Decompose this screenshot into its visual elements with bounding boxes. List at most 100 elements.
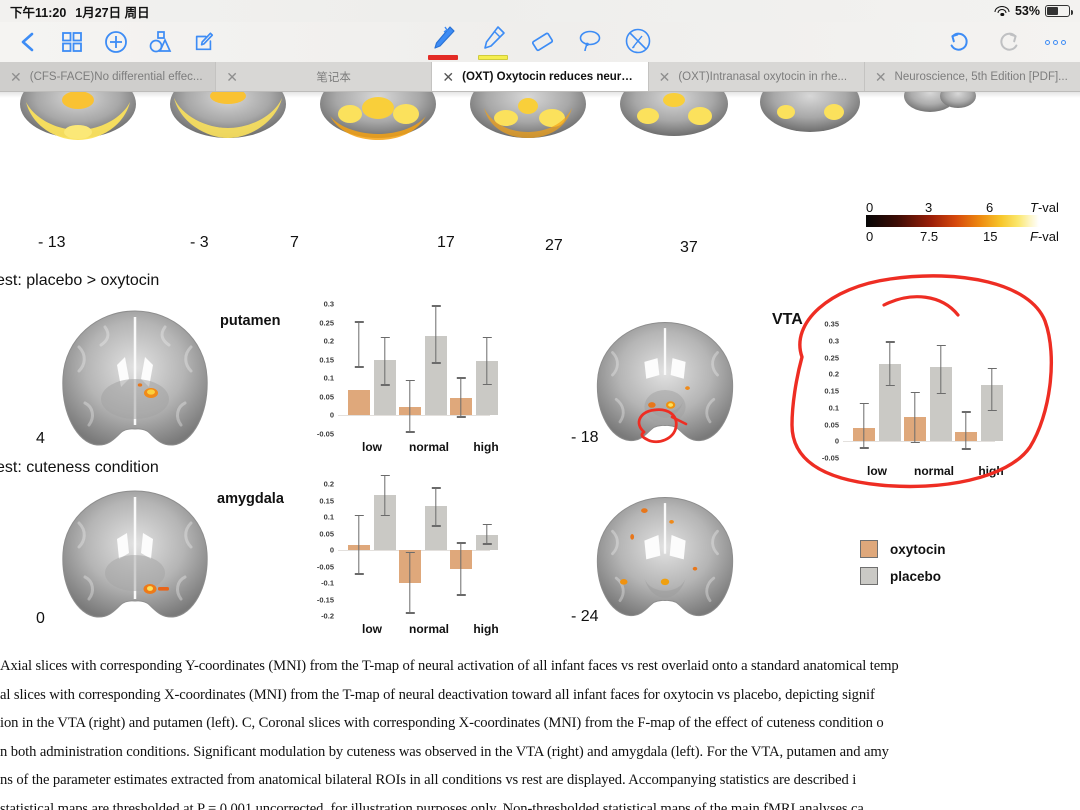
caption-line-5: statistical maps are thresholded at P = …	[0, 800, 864, 810]
ytick-label: 0.15	[824, 386, 839, 396]
tab-1[interactable]: ✕ 笔记本	[216, 62, 433, 91]
pen-icon[interactable]	[428, 25, 458, 60]
t-tick-0: 0	[866, 200, 874, 215]
ytick-label: 0.15	[319, 496, 334, 505]
ytick-label: 0.15	[319, 355, 334, 365]
pen-color-swatch[interactable]	[428, 54, 458, 60]
grid-view-icon[interactable]	[58, 28, 86, 56]
tab-2-active[interactable]: ✕ (OXT) Oxytocin reduces neural...	[432, 62, 649, 91]
f-tick-1: 7.5	[920, 229, 939, 244]
coronal-slice-putamen	[62, 310, 208, 446]
tab-0[interactable]: ✕ (CFS-FACE)No differential effec...	[0, 62, 217, 91]
xtick-label-high: high	[473, 622, 499, 636]
tab-4[interactable]: ✕ Neuroscience, 5th Edition [PDF]...	[864, 62, 1080, 91]
ytick-label: 0.1	[323, 512, 334, 522]
error-bar	[885, 341, 895, 386]
chart-amygdala: 0.2 0.15 0.1 0.05 0 -0.05 -0.1 -0.15 -0.…	[317, 474, 499, 636]
add-circle-icon[interactable]	[102, 28, 130, 56]
chart-legend: oxytocin placebo	[860, 540, 946, 594]
xtick-label-normal: normal	[408, 440, 450, 454]
highlighter-color-swatch[interactable]	[478, 54, 508, 60]
bar-placebo-low	[879, 324, 901, 458]
error-bar	[859, 403, 869, 449]
tab-label: 笔记本	[316, 71, 351, 84]
colorbar-f-unit: F-val	[1030, 229, 1059, 244]
axial-slice-row	[20, 92, 976, 140]
colorbar-block: 0 3 6 T-val 0 7.5 15 F-val	[850, 200, 1080, 244]
error-bar	[431, 305, 441, 364]
ytick-label: 0.25	[824, 353, 839, 362]
bar-placebo-high	[476, 304, 498, 434]
coronal-label-lower-right: - 24	[571, 608, 599, 625]
eraser-icon[interactable]	[528, 27, 556, 55]
pdf-page[interactable]: - 13 - 3 7 17 27 37 0 3 6 T-val 0 7.5 15…	[0, 92, 1080, 810]
colorbar-t-ticks: 0 3 6 T-val	[850, 200, 1080, 215]
highlighter-icon[interactable]	[478, 25, 508, 60]
bar-oxytocin-low	[348, 304, 370, 434]
section-header-placebo-oxytocin: est: placebo > oxytocin	[0, 272, 160, 289]
legend-label: placebo	[890, 568, 942, 584]
xtick-label-high: high	[978, 464, 1004, 478]
xtick-label-low: low	[362, 622, 382, 636]
caption-line-3: n both administration conditions. Signif…	[0, 743, 889, 760]
chart-putamen: 0.3 0.25 0.2 0.15 0.1 0.05 0 -0.05 low n…	[317, 300, 499, 455]
no-draw-icon[interactable]	[624, 27, 652, 55]
legend-item-placebo: placebo	[860, 567, 946, 585]
error-bar	[456, 377, 466, 418]
axial-label-3: 17	[437, 234, 455, 251]
ytick-label: 0.2	[323, 336, 334, 346]
ytick-label: -0.05	[316, 562, 334, 571]
ytick-label: 0.25	[319, 318, 334, 328]
ytick-label: 0.1	[828, 403, 839, 413]
t-tick-2: 6	[986, 200, 994, 215]
bar-oxytocin-normal	[399, 304, 421, 434]
ytick-label: 0.2	[323, 479, 334, 489]
error-bar	[354, 514, 364, 575]
legend-item-oxytocin: oxytocin	[860, 540, 946, 558]
bar-placebo-high	[981, 324, 1003, 458]
back-chevron-icon[interactable]	[14, 28, 42, 56]
close-icon[interactable]: ✕	[659, 70, 671, 84]
status-time: 下午11:20	[10, 5, 67, 20]
error-bar	[405, 379, 415, 433]
f-tick-2: 15	[983, 229, 998, 244]
ytick-label: 0	[329, 410, 334, 420]
xtick-label-low: low	[867, 464, 887, 478]
compose-icon[interactable]	[190, 28, 218, 56]
bar-oxytocin-normal	[904, 324, 926, 458]
coronal-slice-amygdala	[62, 490, 208, 618]
tab-label: Neuroscience, 5th Edition [PDF]...	[894, 70, 1068, 83]
coronal-label-putamen: 4	[36, 430, 45, 447]
error-bar	[936, 344, 946, 395]
bar-placebo-low	[374, 474, 396, 616]
close-icon[interactable]: ✕	[226, 70, 238, 84]
ytick-label: -0.05	[821, 453, 839, 463]
caption-line-0: Axial slices with corresponding Y-coordi…	[0, 658, 899, 674]
axial-label-5: 37	[680, 239, 698, 256]
ytick-label: 0.05	[319, 529, 334, 538]
colorbar-gradient	[866, 215, 1039, 227]
xtick-label-low: low	[362, 440, 382, 454]
more-options-icon[interactable]	[1045, 39, 1066, 45]
section-header-cuteness: est: cuteness condition	[0, 459, 159, 476]
close-icon[interactable]: ✕	[875, 70, 887, 84]
close-icon[interactable]: ✕	[442, 70, 454, 84]
xtick-label-normal: normal	[408, 622, 450, 636]
ytick-label: -0.05	[316, 429, 334, 439]
close-icon[interactable]: ✕	[10, 70, 22, 84]
lasso-icon[interactable]	[576, 27, 604, 55]
tab-3[interactable]: ✕ (OXT)Intranasal oxytocin in rhe...	[648, 62, 865, 91]
shapes-icon[interactable]	[146, 28, 174, 56]
error-bar	[482, 336, 492, 386]
wifi-icon	[994, 5, 1010, 17]
redo-icon[interactable]	[995, 28, 1023, 56]
undo-icon[interactable]	[945, 28, 973, 56]
axial-label-0: - 13	[38, 234, 66, 251]
ytick-label: 0.2	[828, 369, 839, 379]
roi-label-putamen: putamen	[220, 313, 281, 329]
bar-placebo-normal	[930, 324, 952, 458]
ytick-label: 0	[329, 545, 334, 555]
tab-label: (OXT)Intranasal oxytocin in rhe...	[678, 70, 848, 83]
ytick-label: 0.3	[323, 299, 334, 309]
bar-oxytocin-normal	[399, 484, 421, 616]
